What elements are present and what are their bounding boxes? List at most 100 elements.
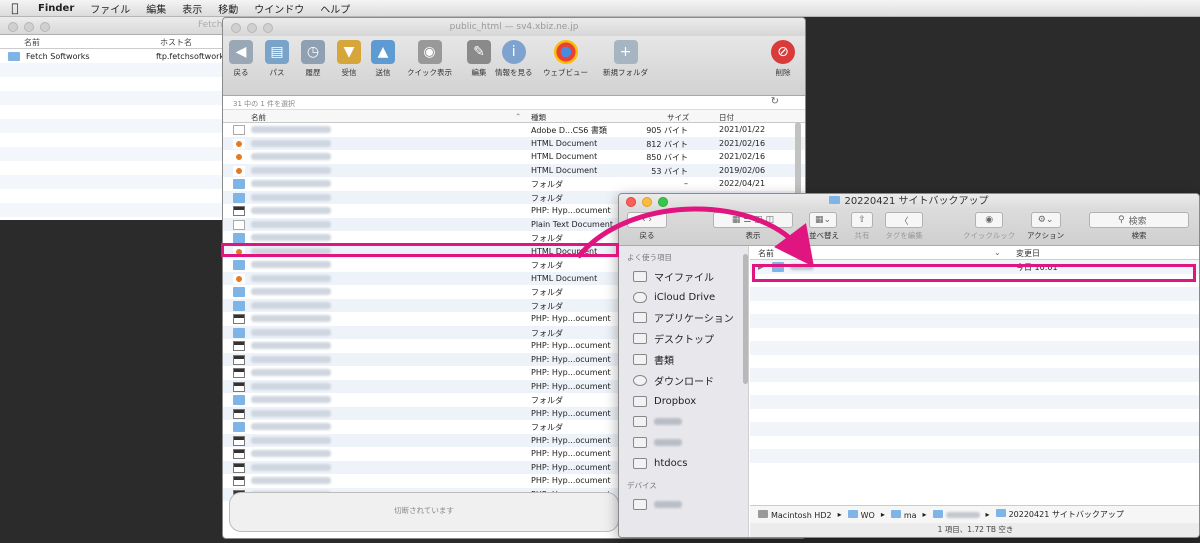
file-date: 2021/01/22 xyxy=(719,125,766,134)
folder-icon xyxy=(847,509,858,518)
menu-finder[interactable]: Finder xyxy=(30,3,82,14)
folder-icon xyxy=(633,416,647,428)
path-button[interactable]: ▤ パス xyxy=(265,40,289,78)
apple-menu-icon[interactable]:  xyxy=(0,1,30,15)
sidebar-item-icloud[interactable]: iCloud Drive xyxy=(619,287,748,308)
menu-bar:  Finder ファイル 編集 表示 移動 ウインドウ ヘルプ xyxy=(0,0,1200,17)
redacted-file-name xyxy=(251,193,331,201)
redacted-path xyxy=(945,511,980,518)
sidebar-item-redacted-1[interactable] xyxy=(619,412,748,433)
file-row[interactable]: HTML Document 53 バイト 2019/02/06 xyxy=(223,163,805,177)
menu-view[interactable]: 表示 xyxy=(174,1,210,16)
path-item-2[interactable]: WO xyxy=(847,509,875,520)
quick-look-button[interactable]: ◉ クイックルック xyxy=(963,212,1015,241)
col-modified-header[interactable]: 変更日 xyxy=(1016,248,1040,259)
php-file-icon xyxy=(233,462,245,473)
file-size: 905 バイト xyxy=(646,126,688,135)
history-button[interactable]: ◷ 履歴 xyxy=(301,40,325,78)
path-item-3[interactable]: ma xyxy=(890,509,917,520)
sidebar-item-htdocs[interactable]: htdocs xyxy=(619,453,748,474)
file-row[interactable]: HTML Document 812 バイト 2021/02/16 xyxy=(223,136,805,150)
download-icon xyxy=(633,374,647,386)
file-kind: フォルダ xyxy=(531,301,563,311)
folder-icon xyxy=(633,437,647,449)
get-info-button[interactable]: i 情報を見る xyxy=(495,40,533,78)
path-icon: ▤ xyxy=(265,40,289,64)
search-input[interactable]: ⚲ 検索 xyxy=(1089,212,1189,228)
col-date-header[interactable]: 日付 xyxy=(719,112,734,123)
share-button[interactable]: ⇧ 共有 xyxy=(851,212,873,241)
new-folder-button[interactable]: + 新規フォルダ xyxy=(603,40,648,78)
html-file-icon xyxy=(233,165,245,176)
redacted-file-name xyxy=(251,396,331,403)
file-kind: Adobe D...CS6 書類 xyxy=(531,126,607,135)
refresh-icon[interactable]: ↻ xyxy=(771,96,779,107)
file-kind: フォルダ xyxy=(531,423,563,432)
browser-icon xyxy=(553,40,578,64)
delete-button[interactable]: ⊘ 削除 xyxy=(771,40,795,78)
search-icon: ⚲ xyxy=(1118,215,1125,225)
redacted-file-name xyxy=(251,382,331,390)
file-kind: PHP: Hyp...ocument xyxy=(531,476,611,485)
col-host-header[interactable]: ホスト名 xyxy=(150,35,192,48)
col-size-header[interactable]: サイズ xyxy=(667,112,689,123)
sidebar-item-redacted-2[interactable] xyxy=(619,432,748,453)
sidebar: よく使う項目 マイファイル iCloud Drive アプリケーション デスクト… xyxy=(619,246,749,537)
sidebar-item-device[interactable] xyxy=(619,494,748,515)
redacted-file-name xyxy=(251,355,331,363)
menu-file[interactable]: ファイル xyxy=(82,1,138,16)
menu-go[interactable]: 移動 xyxy=(210,1,246,16)
info-icon: i xyxy=(501,40,526,64)
action-button[interactable]: ⚙⌄ アクション xyxy=(1027,212,1064,241)
file-kind: PHP: Hyp...ocument xyxy=(531,341,611,350)
file-kind: フォルダ xyxy=(531,180,563,189)
redacted-file-name xyxy=(251,153,331,160)
path-item-current[interactable]: 20220421 サイトバックアップ xyxy=(995,509,1124,520)
quick-look-button[interactable]: ◉ クイック表示 xyxy=(407,40,452,78)
menu-help[interactable]: ヘルプ xyxy=(312,1,358,16)
back-arrow-icon: ◀ xyxy=(229,40,253,64)
eye-icon: ◉ xyxy=(417,40,442,64)
download-button[interactable]: ▼ 受信 xyxy=(337,40,361,78)
menu-edit[interactable]: 編集 xyxy=(138,1,174,16)
folder-icon xyxy=(8,51,20,61)
php-file-icon xyxy=(233,368,245,378)
file-row[interactable]: Adobe D...CS6 書類 905 バイト 2021/01/22 xyxy=(223,123,805,137)
sidebar-item-desktop[interactable]: デスクトップ xyxy=(619,328,748,349)
path-item-disk[interactable]: Macintosh HD2 xyxy=(758,509,832,520)
file-size: 812 バイト xyxy=(646,139,688,149)
col-name-header[interactable]: 名前 xyxy=(0,35,150,48)
close-button[interactable] xyxy=(231,23,241,33)
sidebar-item-downloads[interactable]: ダウンロード xyxy=(619,370,748,391)
back-button[interactable]: ◀ 戻る xyxy=(229,40,253,78)
file-kind: HTML Document xyxy=(531,152,598,161)
redacted-file-name xyxy=(251,436,331,444)
close-button[interactable] xyxy=(8,22,18,32)
col-kind-header[interactable]: 種類 xyxy=(531,112,546,123)
file-row[interactable]: HTML Document 850 バイト 2021/02/16 xyxy=(223,150,805,164)
web-view-button[interactable]: ウェブビュー xyxy=(543,40,588,78)
sidebar-item-applications[interactable]: アプリケーション xyxy=(619,308,748,329)
selection-status: 31 中の 1 件を選択 ↻ xyxy=(223,96,805,110)
shortcut-row[interactable]: Fetch Softworks ftp.fetchsoftworks xyxy=(0,49,239,63)
sidebar-item-dropbox[interactable]: Dropbox xyxy=(619,391,748,412)
cloud-icon xyxy=(633,291,647,303)
folder-file-icon xyxy=(233,233,245,243)
zoom-button[interactable] xyxy=(40,22,50,32)
highlight-source-row xyxy=(221,243,619,257)
zoom-button[interactable] xyxy=(263,23,273,33)
sidebar-item-documents[interactable]: 書類 xyxy=(619,349,748,370)
path-item-4[interactable] xyxy=(932,509,980,520)
redacted-file-name xyxy=(251,166,331,174)
col-name-header[interactable]: 名前 xyxy=(251,112,266,123)
upload-button[interactable]: ▲ 送信 xyxy=(371,40,395,78)
minimize-button[interactable] xyxy=(24,22,34,32)
edit-button[interactable]: ✎ 編集 xyxy=(467,40,491,78)
redacted-file-name xyxy=(251,261,331,268)
menu-window[interactable]: ウインドウ xyxy=(246,1,312,16)
edit-tags-button[interactable]: 〈 タグを編集 xyxy=(885,212,923,241)
minimize-button[interactable] xyxy=(247,23,257,33)
redacted-file-name xyxy=(251,207,331,214)
file-row[interactable]: フォルダ – 2022/04/21 xyxy=(223,177,805,191)
folder-file-icon xyxy=(233,300,245,311)
